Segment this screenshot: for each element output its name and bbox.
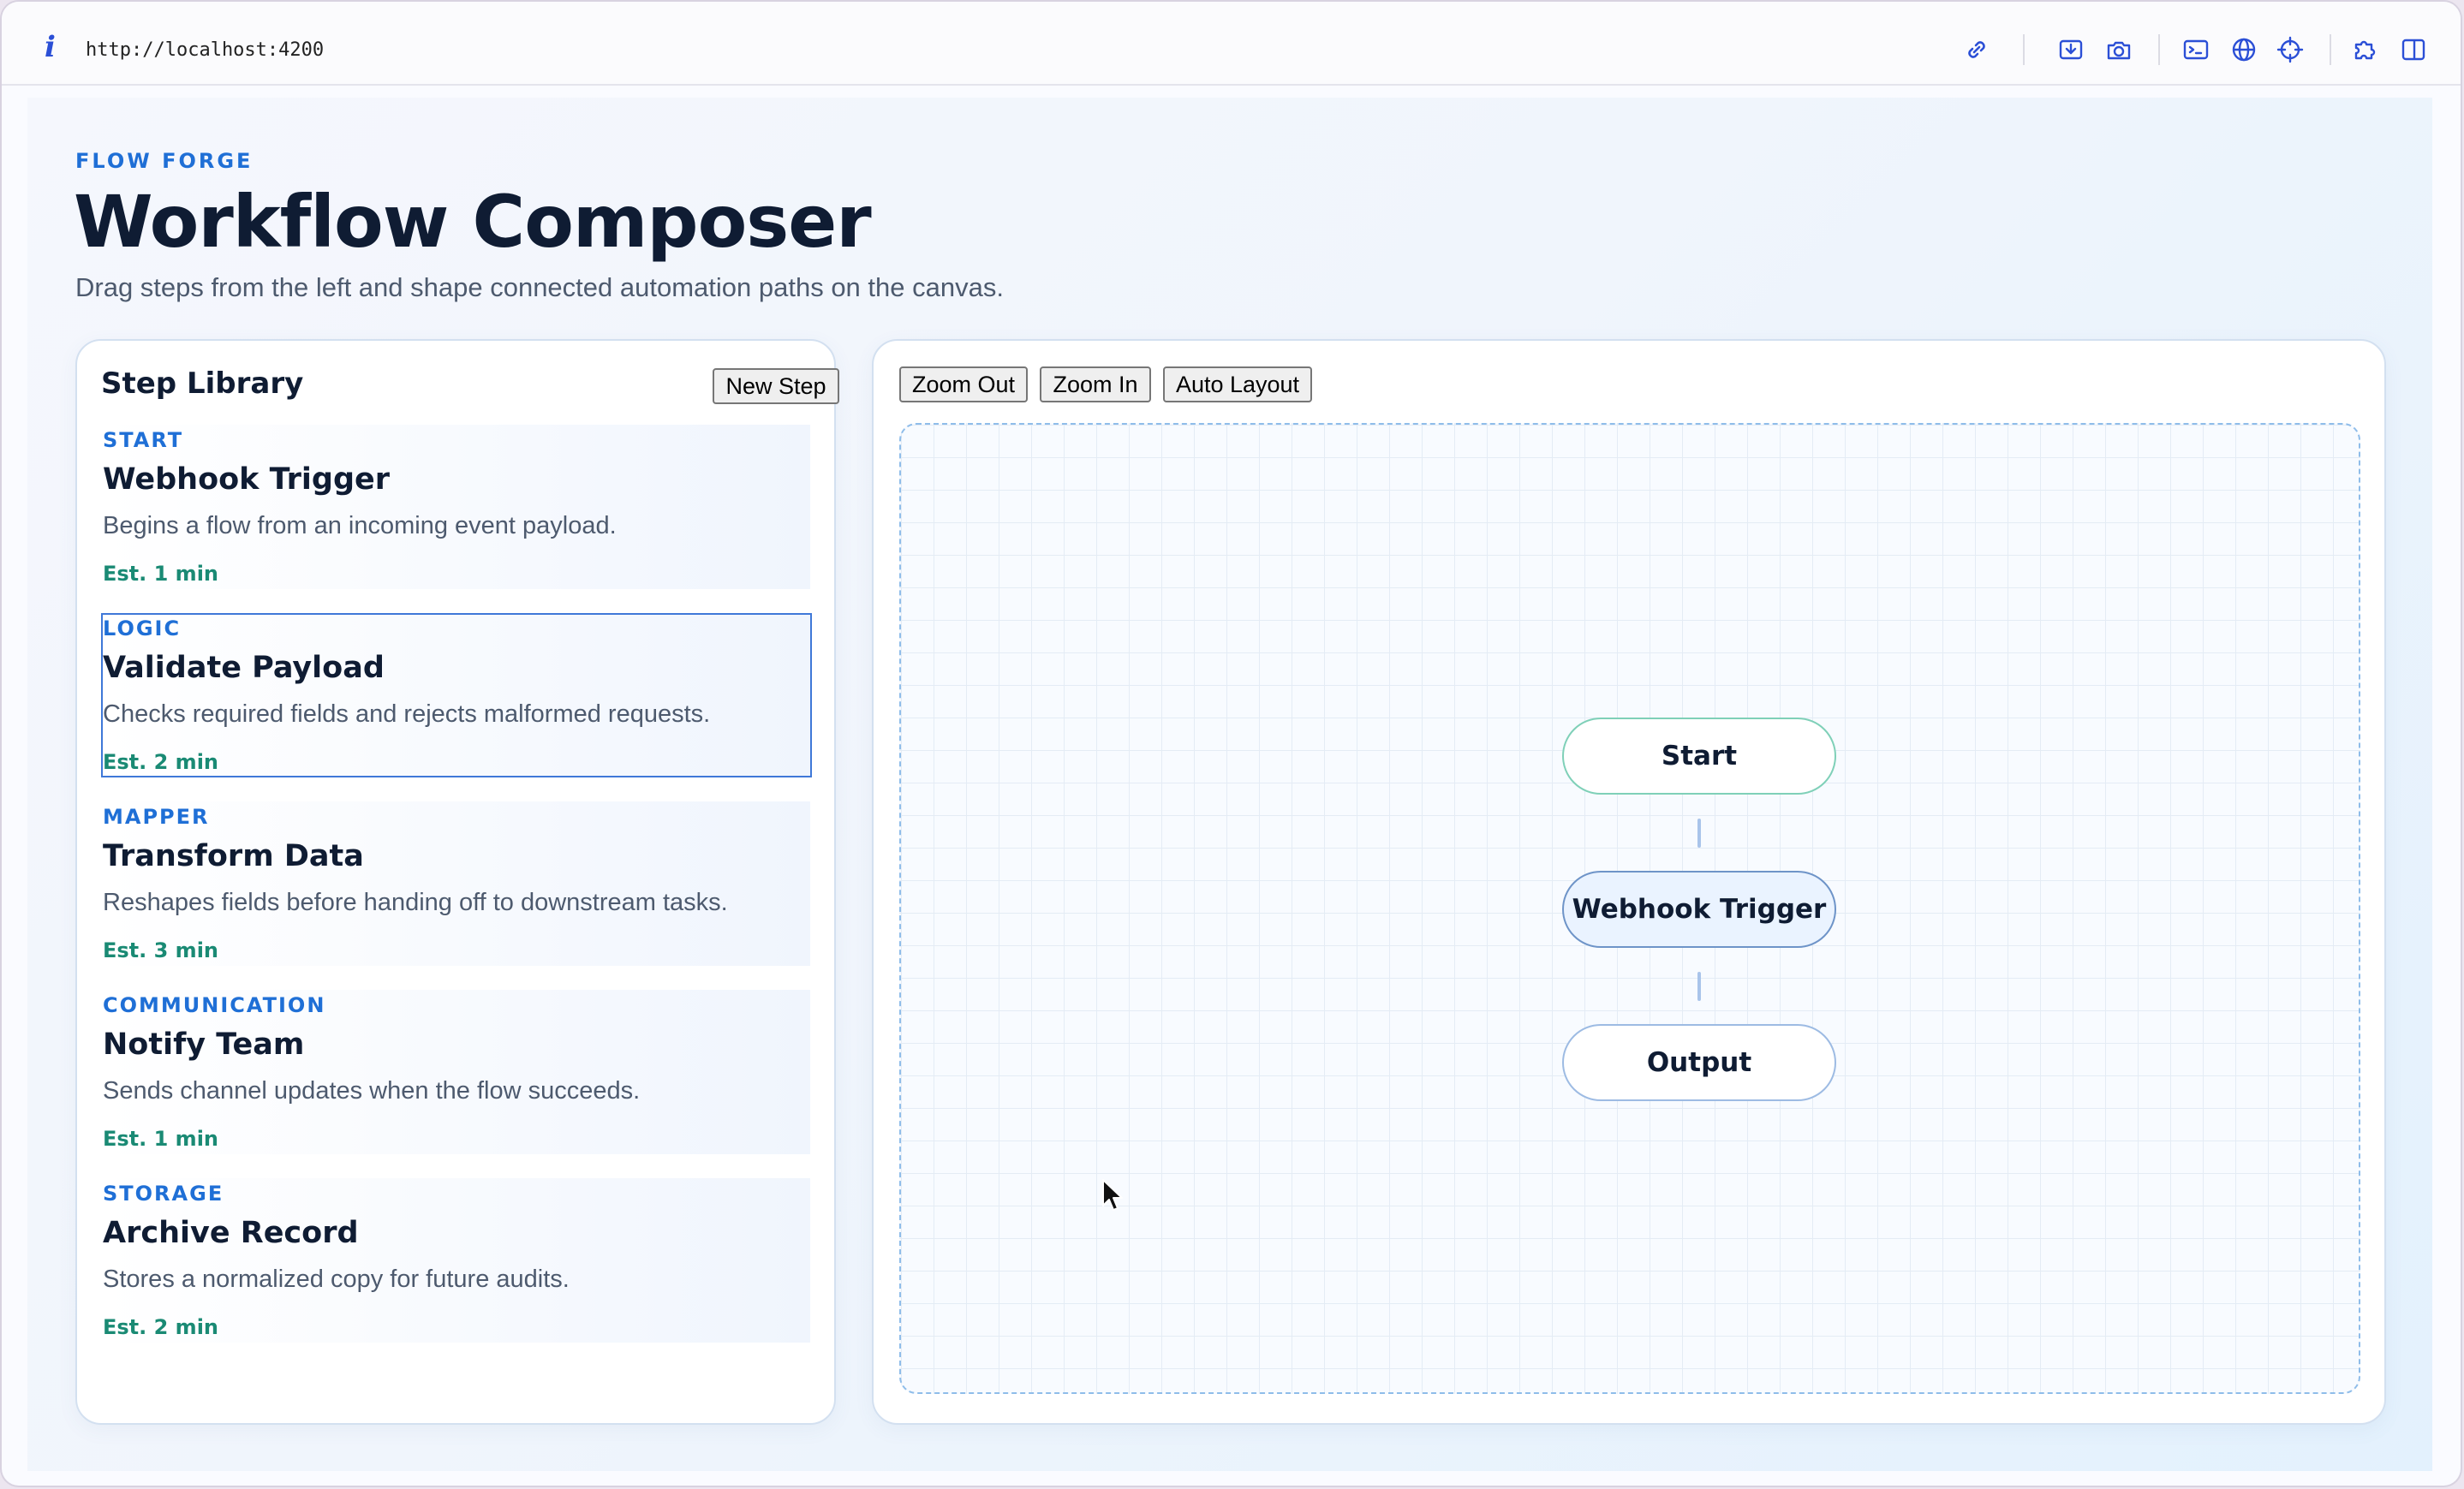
new-step-button[interactable]: New Step: [713, 368, 839, 404]
step-card-validate-payload[interactable]: LOGIC Validate Payload Checks required f…: [101, 613, 812, 777]
step-estimate: Est. 3 min: [103, 938, 218, 962]
toolbar-divider: [2158, 34, 2160, 65]
node-connector: [1697, 972, 1701, 1001]
step-card-notify-team[interactable]: COMMUNICATION Notify Team Sends channel …: [103, 990, 810, 1154]
step-card-transform-data[interactable]: MAPPER Transform Data Reshapes fields be…: [103, 801, 810, 966]
step-category: STORAGE: [103, 1182, 224, 1206]
step-category: LOGIC: [103, 616, 182, 640]
step-category: COMMUNICATION: [103, 993, 326, 1017]
workflow-canvas[interactable]: Start Webhook Trigger Output: [899, 423, 2360, 1394]
step-name: Webhook Trigger: [103, 462, 391, 497]
extensions-icon[interactable]: [2352, 36, 2379, 63]
step-name: Validate Payload: [103, 651, 385, 685]
step-estimate: Est. 2 min: [103, 1315, 218, 1339]
toolbar-divider: [2023, 34, 2025, 65]
step-card-archive-record[interactable]: STORAGE Archive Record Stores a normaliz…: [103, 1178, 810, 1343]
step-library-panel: Step Library New Step START Webhook Trig…: [75, 339, 839, 1425]
step-name: Archive Record: [103, 1216, 359, 1250]
step-library-title: Step Library: [101, 366, 304, 401]
step-description: Sends channel updates when the flow succ…: [103, 1077, 641, 1105]
split-view-icon[interactable]: [2400, 36, 2427, 63]
browser-window: i http://localhost:4200 FLOW FORGE Workf…: [2, 2, 2461, 1486]
toolbar-divider: [2330, 34, 2331, 65]
step-description: Checks required fields and rejects malfo…: [103, 700, 711, 728]
page-title: Workflow Composer: [74, 180, 872, 264]
crosshair-icon[interactable]: [2276, 36, 2304, 63]
zoom-out-button[interactable]: Zoom Out: [899, 366, 1028, 402]
step-description: Stores a normalized copy for future audi…: [103, 1266, 570, 1293]
step-description: Begins a flow from an incoming event pay…: [103, 512, 617, 539]
flow-node-webhook-trigger[interactable]: Webhook Trigger: [1562, 871, 1836, 948]
step-estimate: Est. 1 min: [103, 1127, 218, 1151]
camera-icon[interactable]: [2105, 36, 2133, 63]
step-category: START: [103, 428, 184, 452]
browser-toolbar: i http://localhost:4200: [2, 2, 2461, 86]
page-viewport: FLOW FORGE Workflow Composer Drag steps …: [27, 98, 2432, 1471]
flow-node-start[interactable]: Start: [1562, 718, 1836, 795]
link-icon[interactable]: [1963, 36, 1990, 63]
step-estimate: Est. 1 min: [103, 562, 218, 586]
step-description: Reshapes fields before handing off to do…: [103, 889, 728, 916]
step-estimate: Est. 2 min: [103, 750, 218, 774]
brand-label: FLOW FORGE: [75, 149, 254, 173]
step-category: MAPPER: [103, 805, 210, 829]
flow-node-output[interactable]: Output: [1562, 1024, 1836, 1101]
auto-layout-button[interactable]: Auto Layout: [1163, 366, 1312, 402]
step-name: Notify Team: [103, 1027, 305, 1062]
node-connector: [1697, 819, 1701, 848]
mouse-cursor-icon: [1102, 1179, 1123, 1211]
step-name: Transform Data: [103, 839, 364, 873]
address-bar[interactable]: http://localhost:4200: [86, 39, 324, 61]
zoom-in-button[interactable]: Zoom In: [1040, 366, 1151, 402]
screenshot-area-icon[interactable]: [2057, 36, 2085, 63]
step-card-webhook-trigger[interactable]: START Webhook Trigger Begins a flow from…: [103, 425, 810, 589]
workflow-canvas-panel: Zoom Out Zoom In Auto Layout Start Webho…: [872, 339, 2386, 1425]
info-icon[interactable]: i: [45, 33, 56, 62]
terminal-icon[interactable]: [2182, 36, 2210, 63]
page-subtitle: Drag steps from the left and shape conne…: [75, 272, 1004, 302]
globe-icon[interactable]: [2230, 36, 2258, 63]
